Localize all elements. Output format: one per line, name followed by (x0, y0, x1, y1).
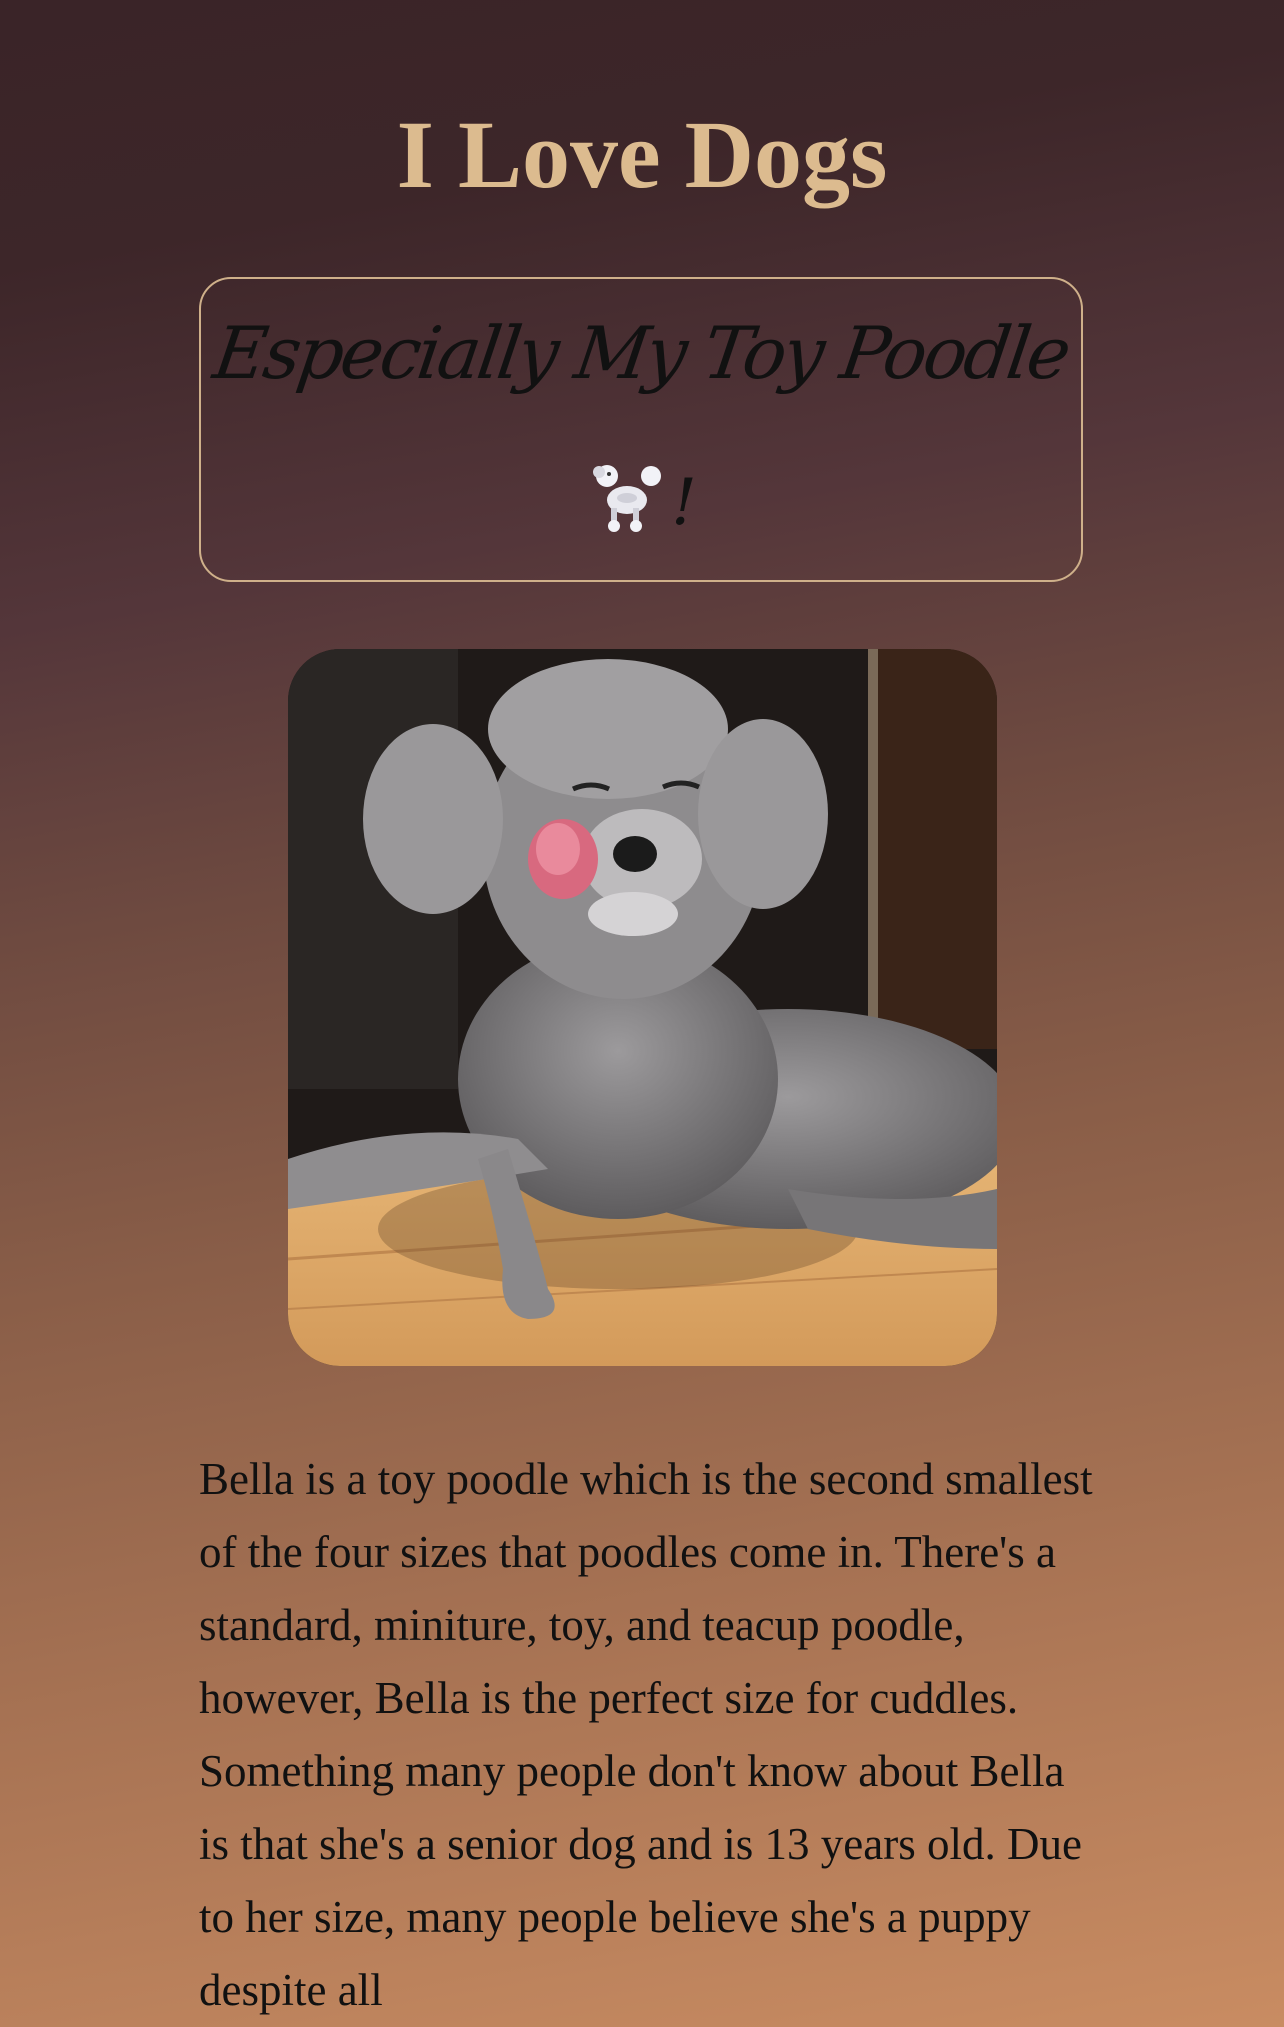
subtitle-text: Especially My Toy Poodle (208, 311, 1074, 395)
page-title: I Love Dogs (396, 101, 888, 208)
bio-paragraph: Bella is a toy poodle which is the secon… (199, 1454, 1093, 2015)
subtitle-emoji-line: ! (201, 449, 1081, 549)
poodle-icon (585, 450, 669, 534)
subtitle-exclamation: ! (671, 466, 697, 540)
subtitle-box: Especially My Toy Poodle ! (199, 277, 1083, 582)
dog-photo (288, 649, 997, 1366)
